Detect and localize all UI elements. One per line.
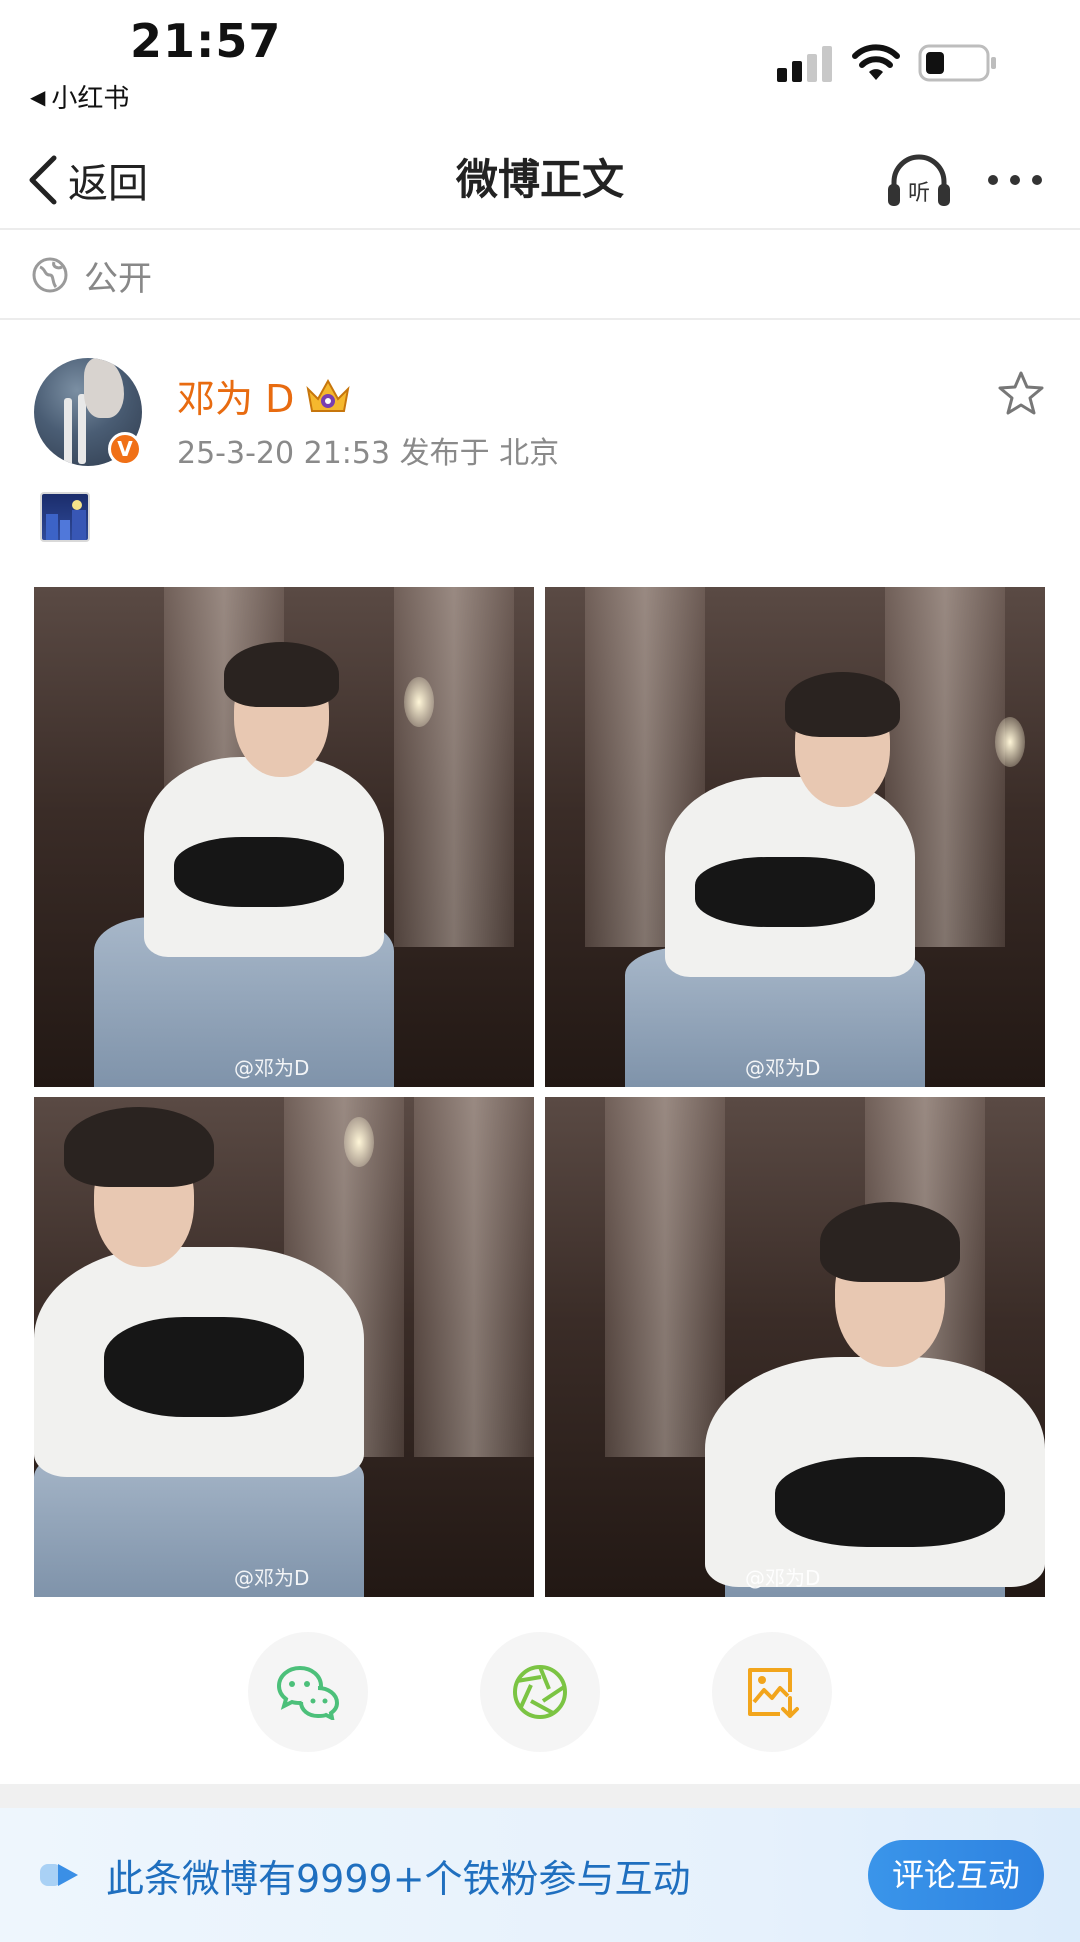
status-time: 21:57 [130, 14, 282, 68]
post-photo-4[interactable]: @邓为D [545, 1097, 1045, 1597]
share-moments-button[interactable] [480, 1632, 600, 1752]
save-image-button[interactable] [712, 1632, 832, 1752]
star-favorite-icon[interactable] [997, 370, 1045, 416]
night-city-emoji-icon [40, 492, 90, 542]
navigation-bar: 返回 微博正文 听 [0, 130, 1080, 230]
wifi-icon [852, 44, 900, 80]
listen-icon-text: 听 [908, 181, 930, 206]
photo-watermark: @邓为D [745, 1056, 821, 1080]
visibility-row: 公开 [0, 232, 1080, 320]
post-photo-1[interactable]: @邓为D [34, 587, 534, 1087]
globe-icon [32, 257, 68, 293]
visibility-label: 公开 [84, 258, 152, 299]
photo-watermark: @邓为D [234, 1566, 310, 1590]
wechat-icon [276, 1665, 340, 1720]
more-options-icon[interactable] [985, 168, 1045, 192]
post-meta: 25-3-20 21:53 发布于 北京 [177, 436, 560, 471]
moments-icon [513, 1665, 567, 1719]
comment-interaction-button[interactable]: 评论互动 [868, 1840, 1044, 1910]
listen-headphones-icon[interactable]: 听 [886, 150, 952, 210]
fan-interaction-text: 此条微博有9999+个铁粉参与互动 [106, 1857, 691, 1901]
cellular-signal-icon [777, 46, 832, 82]
save-image-icon [748, 1668, 799, 1718]
status-bar: 21:57 ◀ 小红书 [0, 0, 1080, 120]
photo-watermark: @邓为D [745, 1566, 821, 1590]
crown-badge-icon [306, 378, 350, 412]
back-triangle-icon: ◀ [30, 84, 46, 109]
section-divider [0, 1784, 1080, 1808]
back-app-label: 小红书 [51, 84, 130, 114]
post-photo-2[interactable]: @邓为D [545, 587, 1045, 1087]
username-text: 邓为 D [177, 377, 295, 421]
post-photo-3[interactable]: @邓为D [34, 1097, 534, 1597]
photo-watermark: @邓为D [234, 1056, 310, 1080]
share-wechat-button[interactable] [248, 1632, 368, 1752]
verified-badge-icon: V [108, 432, 142, 466]
battery-icon [918, 44, 996, 82]
fan-interaction-banner[interactable]: 此条微博有9999+个铁粉参与互动 评论互动 [0, 1808, 1080, 1942]
fan-arrow-icon [40, 1864, 78, 1886]
username[interactable]: 邓为 D [177, 368, 352, 423]
back-to-app-link[interactable]: ◀ 小红书 [30, 78, 129, 115]
